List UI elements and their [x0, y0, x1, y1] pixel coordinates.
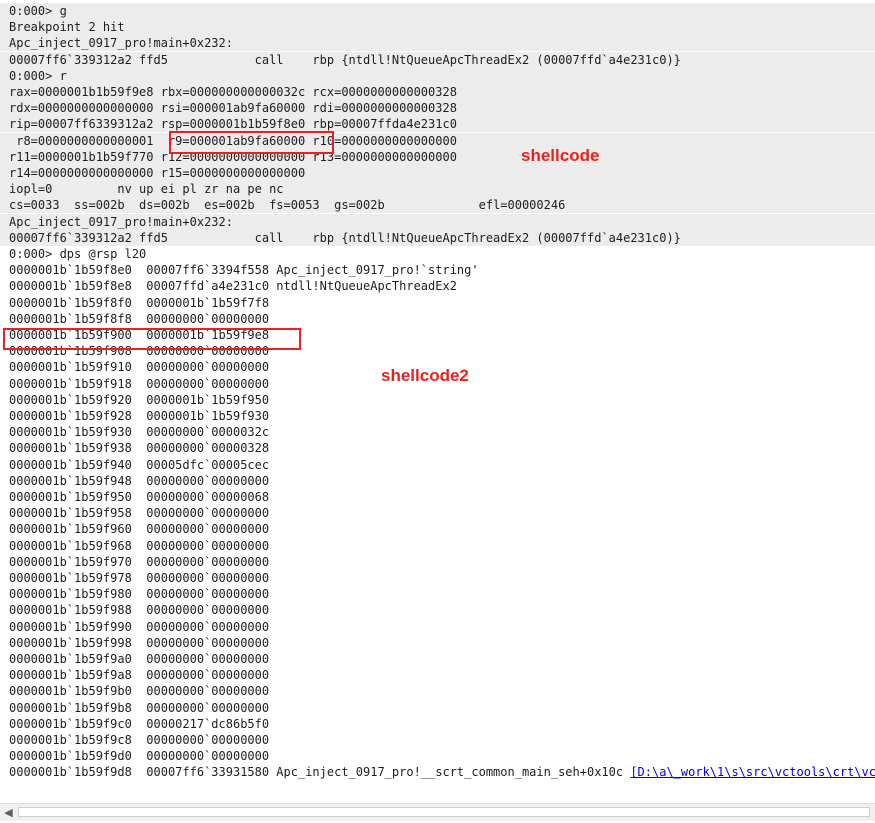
console-line-text: rax=0000001b1b59f9e8 rbx=000000000000032… [9, 85, 457, 99]
console-line-text: r14=0000000000000000 r15=000000000000000… [9, 166, 306, 180]
console-line: 0000001b`1b59f990 00000000`00000000 [0, 619, 875, 635]
console-line: 0000001b`1b59f968 00000000`00000000 [0, 538, 875, 554]
console-line-text: 0000001b`1b59f9b0 00000000`00000000 [9, 684, 270, 699]
console-line-text: 0000001b`1b59f9b8 00000000`00000000 [9, 700, 270, 715]
source-file-link[interactable]: [D:\a\_work\1\s\src\vctools\crt\vcstartu… [630, 765, 875, 779]
console-line: Apc_inject_0917_pro!main+0x232: [0, 35, 875, 52]
console-line-text: 0000001b`1b59f9d0 00000000`00000000 [9, 749, 270, 764]
console-line-text: 0000001b`1b59f978 00000000`00000000 [9, 571, 270, 585]
console-line: 0000001b`1b59f9d0 00000000`00000000 [0, 748, 875, 764]
console-line-text: 0000001b`1b59f9c0 00000217`dc86b5f0 [9, 716, 270, 731]
console-line: 0000001b`1b59f8f8 00000000`00000000 [0, 311, 875, 327]
console-line: 0000001b`1b59f988 00000000`00000000 [0, 602, 875, 618]
console-line: cs=0033 ss=002b ds=002b es=002b fs=0053 … [0, 197, 875, 214]
console-line: 0000001b`1b59f948 00000000`00000000 [0, 473, 875, 489]
console-line: iopl=0 nv up ei pl zr na pe nc [0, 181, 875, 198]
console-line: 0000001b`1b59f8f0 0000001b`1b59f7f8 [0, 295, 875, 311]
console-line-text: 0000001b`1b59f8f0 0000001b`1b59f7f8 [9, 295, 270, 310]
console-line: 0000001b`1b59f998 00000000`00000000 [0, 635, 875, 651]
horizontal-scrollbar[interactable]: ◀ [0, 803, 875, 821]
console-line-text: 0:000> r [9, 68, 67, 83]
console-line-text: 00007ff6`339312a2 ffd5 call rbp {ntdll!N… [9, 52, 681, 67]
console-line: 00007ff6`339312a2 ffd5 call rbp {ntdll!N… [0, 51, 875, 68]
console-line-text: Apc_inject_0917_pro!main+0x232: [9, 36, 233, 51]
console-line-text: 0000001b`1b59f910 00000000`00000000 [9, 360, 270, 375]
console-line: 0000001b`1b59f9c0 00000217`dc86b5f0 [0, 716, 875, 732]
console-line-text: 0000001b`1b59f938 00000000`00000328 [9, 441, 270, 456]
console-line: r14=0000000000000000 r15=000000000000000… [0, 165, 875, 181]
console-line-text: 00007ff6`339312a2 ffd5 call rbp {ntdll!N… [9, 230, 681, 245]
console-line: 0000001b`1b59f8e8 00007ffd`a4e231c0 ntdl… [0, 278, 875, 294]
console-line-text: 0000001b`1b59f940 00005dfc`00005cec [9, 457, 270, 472]
console-line: 0000001b`1b59f958 00000000`00000000 [0, 505, 875, 521]
console-line: r8=0000000000000001 r9=000001ab9fa60000 … [0, 132, 875, 149]
console-line: 0000001b`1b59f930 00000000`0000032c [0, 424, 875, 440]
console-line-text: 0000001b`1b59f918 00000000`00000000 [9, 376, 270, 391]
console-line: 0000001b`1b59f9d8 00007ff6`33931580 Apc_… [0, 764, 875, 780]
console-line: 0000001b`1b59f940 00005dfc`00005cec [0, 457, 875, 473]
console-line: 0000001b`1b59f9c8 00000000`00000000 [0, 732, 875, 748]
console-line-text: rip=00007ff6339312a2 rsp=0000001b1b59f8e… [9, 117, 457, 132]
debugger-output[interactable]: 0:000> g Breakpoint 2 hit Apc_inject_0917_… [0, 0, 875, 800]
console-line-text: 0000001b`1b59f9a0 00000000`00000000 [9, 652, 270, 666]
console-line: 0000001b`1b59f9b0 00000000`00000000 [0, 683, 875, 699]
console-line-text: 0000001b`1b59f930 00000000`0000032c [9, 425, 270, 440]
console-line-text: 0000001b`1b59f988 00000000`00000000 [9, 603, 270, 618]
console-line: 0000001b`1b59f9a0 00000000`00000000 [0, 651, 875, 667]
scrollbar-thumb[interactable] [18, 807, 870, 817]
console-line-text: 0000001b`1b59f8e0 00007ff6`3394f558 Apc_… [9, 263, 479, 278]
console-line: 0:000> r [0, 67, 875, 84]
console-line: Breakpoint 2 hit [0, 19, 875, 36]
console-line: 0:000> dps @rsp l20 [0, 246, 875, 262]
console-line-text: 0000001b`1b59f928 0000001b`1b59f930 [9, 409, 270, 423]
console-line-text: 0000001b`1b59f948 00000000`00000000 [9, 473, 270, 488]
console-line-text: 0000001b`1b59f920 0000001b`1b59f950 [9, 392, 270, 407]
console-line: 0:000> g [0, 3, 875, 19]
console-line: 0000001b`1b59f970 00000000`00000000 [0, 554, 875, 570]
console-line: Apc_inject_0917_pro!main+0x232: [0, 213, 875, 230]
console-line: rax=0000001b1b59f9e8 rbx=000000000000032… [0, 84, 875, 100]
console-line: 0000001b`1b59f920 0000001b`1b59f950 [0, 392, 875, 408]
console-line: 00007ff6`339312a2 ffd5 call rbp {ntdll!N… [0, 229, 875, 246]
console-line: rip=00007ff6339312a2 rsp=0000001b1b59f8e… [0, 116, 875, 133]
console-line-text: 0000001b`1b59f9a8 00000000`00000000 [9, 668, 270, 683]
console-line-text: iopl=0 nv up ei pl zr na pe nc [9, 182, 284, 197]
console-line-text: 0000001b`1b59f960 00000000`00000000 [9, 522, 270, 537]
console-line-text: 0000001b`1b59f8e8 00007ffd`a4e231c0 ntdl… [9, 279, 457, 294]
console-line: 0000001b`1b59f8e0 00007ff6`3394f558 Apc_… [0, 262, 875, 278]
console-line-text: 0000001b`1b59f968 00000000`00000000 [9, 538, 270, 553]
console-line-text: 0000001b`1b59f958 00000000`00000000 [9, 506, 270, 521]
console-line: 0000001b`1b59f960 00000000`00000000 [0, 521, 875, 537]
console-line-text: 0000001b`1b59f980 00000000`00000000 [9, 587, 270, 602]
console-line: r11=0000001b1b59f770 r12=000000000000000… [0, 148, 875, 165]
console-line-text: 0000001b`1b59f998 00000000`00000000 [9, 635, 270, 650]
stack-entry-highlight-box [3, 328, 301, 350]
console-line: rdx=0000000000000000 rsi=000001ab9fa6000… [0, 100, 875, 117]
annotation-shellcode2: shellcode2 [381, 366, 469, 385]
scroll-left-arrow-icon[interactable]: ◀ [0, 804, 17, 821]
console-line-text: rdx=0000000000000000 rsi=000001ab9fa6000… [9, 101, 457, 116]
console-line-text: Breakpoint 2 hit [9, 20, 125, 35]
console-line-text: 0:000> dps @rsp l20 [9, 247, 147, 261]
r9-highlight-box [169, 131, 334, 154]
console-line-text: 0000001b`1b59f970 00000000`00000000 [9, 554, 270, 569]
console-line-text: cs=0033 ss=002b ds=002b es=002b fs=0053 … [9, 198, 566, 213]
console-line: 0000001b`1b59f938 00000000`00000328 [0, 440, 875, 456]
console-line-text: Apc_inject_0917_pro!main+0x232: [9, 214, 233, 229]
console-line-text: 0000001b`1b59f9d8 00007ff6`33931580 Apc_… [9, 765, 631, 780]
console-line: 0000001b`1b59f950 00000000`00000068 [0, 489, 875, 505]
console-line: 0000001b`1b59f978 00000000`00000000 [0, 570, 875, 586]
console-line-text: 0000001b`1b59f990 00000000`00000000 [9, 619, 270, 634]
console-line: 0000001b`1b59f980 00000000`00000000 [0, 586, 875, 602]
console-line: 0000001b`1b59f9b8 00000000`00000000 [0, 700, 875, 716]
console-line: 0000001b`1b59f928 0000001b`1b59f930 [0, 408, 875, 424]
console-line: 0000001b`1b59f9a8 00000000`00000000 [0, 667, 875, 683]
console-line-text: 0000001b`1b59f950 00000000`00000068 [9, 490, 270, 504]
console-line-text: 0:000> g [9, 4, 67, 18]
console-line-text: 0000001b`1b59f9c8 00000000`00000000 [9, 733, 270, 747]
console-line-text: 0000001b`1b59f8f8 00000000`00000000 [9, 311, 270, 326]
annotation-shellcode: shellcode [521, 146, 600, 165]
